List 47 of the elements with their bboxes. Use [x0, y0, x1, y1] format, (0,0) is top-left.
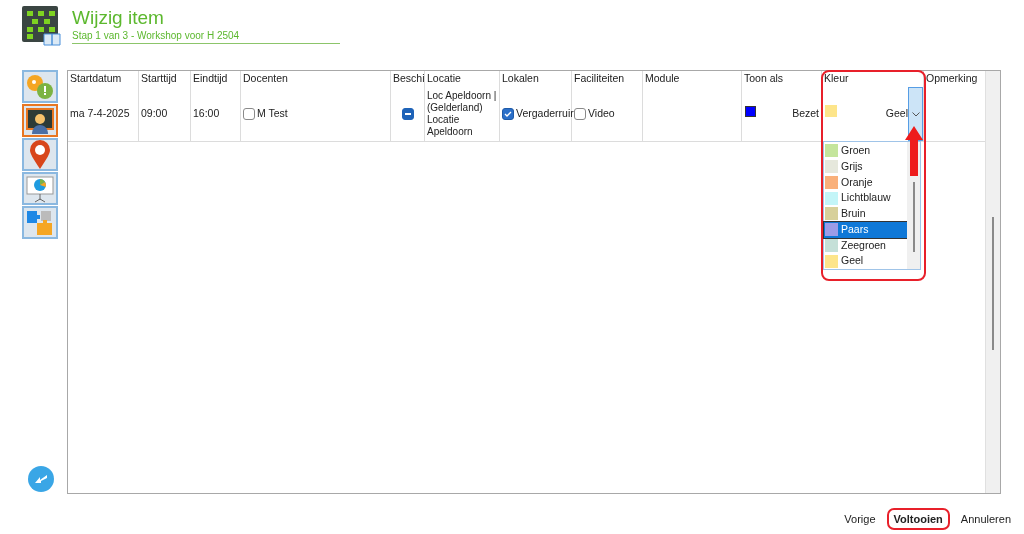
presentation-chart-icon	[25, 174, 55, 203]
finish-button[interactable]: Voltooien	[886, 508, 950, 530]
map-pin-icon	[28, 139, 52, 170]
column-header: Lokalen	[500, 71, 572, 87]
footer-button[interactable]: Annuleren	[955, 508, 1016, 530]
checkbox[interactable]	[401, 108, 414, 120]
room-label: Vergaderruir	[516, 106, 574, 122]
selected-color-value: Geel	[885, 106, 908, 122]
up-arrow-annotation	[904, 126, 924, 176]
color-option[interactable]: Geel	[824, 253, 908, 269]
column-header: Starttijd	[139, 71, 191, 87]
facility-label: Video	[588, 106, 615, 122]
checkbox[interactable]	[574, 108, 586, 120]
app-logo-icon	[22, 5, 62, 46]
column-header: Faciliteiten	[572, 71, 643, 87]
location-text: Loc Apeldoorn | (Gelderland) Locatie Apeldoorn	[427, 90, 497, 138]
teacher-label: M Test	[257, 106, 288, 122]
checkbox[interactable]	[243, 108, 255, 120]
color-option[interactable]: Bruin	[824, 206, 908, 222]
column-header: Toon als	[742, 71, 822, 87]
color-option[interactable]: Lichtblauw	[824, 190, 908, 206]
speech-bubbles-icon	[25, 72, 55, 101]
column-header: Startdatum	[68, 71, 139, 87]
side-nav-button[interactable]	[22, 104, 58, 137]
table-cell: Bezet	[792, 106, 819, 122]
color-option[interactable]: Paars	[824, 221, 908, 238]
table-cell: 09:00	[141, 106, 168, 122]
column-header: Eindtijd	[191, 71, 241, 87]
column-header: Beschi	[391, 71, 425, 87]
back-icon[interactable]	[28, 466, 54, 492]
table-cell: 16:00	[193, 106, 220, 122]
chevron-down-icon	[911, 111, 920, 117]
table-cell: ma 7-4-2025	[70, 106, 130, 122]
side-nav-button[interactable]	[22, 138, 58, 171]
footer-button[interactable]: Vorige	[839, 508, 881, 530]
step-subtitle: Stap 1 van 3 - Workshop voor H 2504	[72, 29, 241, 43]
page-title: Wijzig item	[72, 7, 165, 29]
color-option[interactable]: Groen	[824, 143, 908, 159]
color-option[interactable]: Oranje	[824, 174, 908, 191]
color-option[interactable]: Zeegroen	[824, 237, 908, 254]
column-header: Module	[643, 71, 742, 87]
puzzle-icon	[25, 208, 55, 237]
column-header: Docenten	[241, 71, 391, 87]
column-header: Locatie	[425, 71, 500, 87]
teacher-icon	[25, 106, 55, 135]
checkbox[interactable]	[502, 108, 514, 120]
color-option[interactable]: Grijs	[824, 158, 908, 175]
